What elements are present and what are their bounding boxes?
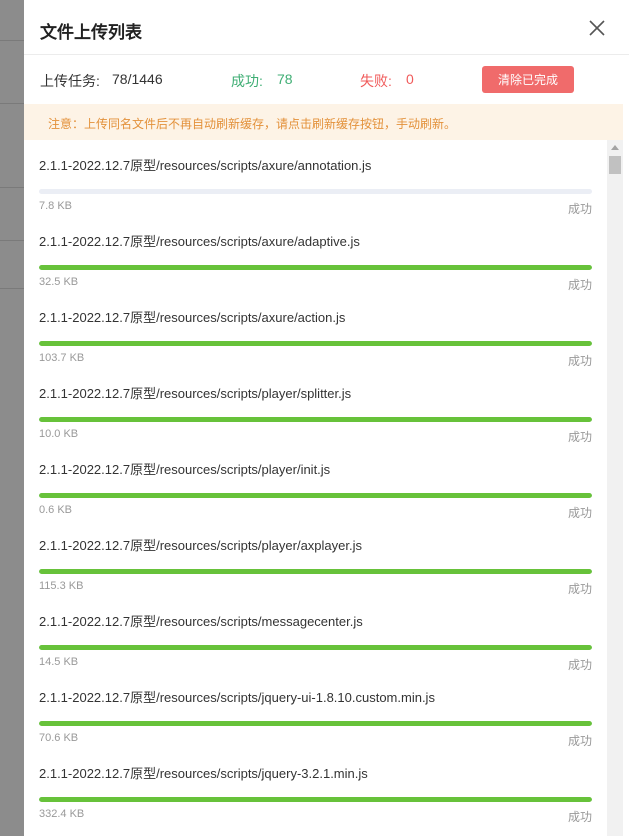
scroll-up-arrow-icon[interactable]	[611, 145, 619, 150]
upload-status: 成功	[567, 202, 592, 216]
notice-text: 注意：上传同名文件后不再自动刷新缓存，请点击刷新缓存按钮，手动刷新。	[48, 117, 457, 131]
file-size: 10.0 KB	[39, 428, 79, 440]
file-size: 7.8 KB	[39, 200, 73, 212]
upload-progress-fill	[39, 265, 592, 270]
upload-progress-bar	[39, 417, 592, 422]
file-size: 332.4 KB	[39, 808, 85, 820]
file-list-item: 2.1.1-2022.12.7原型/resources/scripts/mess…	[39, 611, 592, 687]
file-size: 70.6 KB	[39, 732, 79, 744]
file-list-item: 2.1.1-2022.12.7原型/resources/scripts/jque…	[39, 763, 592, 836]
backdrop-divider	[0, 240, 24, 241]
upload-progress-bar	[39, 265, 592, 270]
success-label: 成功:	[231, 73, 263, 89]
file-path: 2.1.1-2022.12.7原型/resources/scripts/play…	[39, 462, 331, 477]
upload-progress-bar	[39, 721, 592, 726]
upload-status: 成功	[567, 810, 592, 824]
upload-progress-fill	[39, 569, 592, 574]
list-scrollbar[interactable]	[607, 140, 623, 836]
upload-progress-fill	[39, 721, 592, 726]
file-list-item: 2.1.1-2022.12.7原型/resources/scripts/play…	[39, 383, 592, 459]
dialog-header: 文件上传列表	[24, 0, 629, 55]
upload-status: 成功	[567, 658, 592, 672]
upload-progress-fill	[39, 493, 592, 498]
file-list-item: 2.1.1-2022.12.7原型/resources/scripts/axur…	[39, 155, 592, 231]
upload-progress-fill	[39, 341, 592, 346]
clear-completed-button[interactable]: 清除已完成	[482, 66, 574, 93]
file-list-item: 2.1.1-2022.12.7原型/resources/scripts/axur…	[39, 307, 592, 383]
success-count: 78	[277, 71, 293, 87]
file-size: 14.5 KB	[39, 656, 79, 668]
upload-progress-fill	[39, 797, 592, 802]
upload-stats: 上传任务: 78/1446 成功: 78 失败: 0 清除已完成	[24, 55, 629, 103]
upload-progress-fill	[39, 417, 592, 422]
file-size: 32.5 KB	[39, 276, 79, 288]
upload-progress-bar	[39, 341, 592, 346]
file-size: 115.3 KB	[39, 580, 84, 592]
scrollbar-thumb[interactable]	[609, 156, 621, 174]
file-path: 2.1.1-2022.12.7原型/resources/scripts/play…	[39, 538, 362, 553]
upload-status: 成功	[567, 582, 592, 596]
upload-progress-fill	[39, 645, 592, 650]
backdrop-divider	[0, 40, 24, 41]
file-list-item: 2.1.1-2022.12.7原型/resources/scripts/jque…	[39, 687, 592, 763]
upload-progress-bar	[39, 645, 592, 650]
dialog-title: 文件上传列表	[40, 23, 142, 42]
file-path: 2.1.1-2022.12.7原型/resources/scripts/mess…	[39, 614, 363, 629]
fail-label: 失败:	[360, 73, 392, 89]
file-list-item: 2.1.1-2022.12.7原型/resources/scripts/play…	[39, 459, 592, 535]
upload-status: 成功	[567, 506, 592, 520]
task-value: 78/1446	[112, 71, 163, 87]
notice-banner: 注意：上传同名文件后不再自动刷新缓存，请点击刷新缓存按钮，手动刷新。	[24, 104, 623, 140]
backdrop-divider	[0, 103, 24, 104]
close-icon[interactable]	[587, 18, 607, 38]
upload-progress-bar	[39, 189, 592, 194]
task-label: 上传任务:	[40, 73, 100, 89]
file-path: 2.1.1-2022.12.7原型/resources/scripts/axur…	[39, 234, 360, 249]
backdrop-divider	[0, 187, 24, 188]
file-list-item: 2.1.1-2022.12.7原型/resources/scripts/axur…	[39, 231, 592, 307]
upload-status: 成功	[567, 430, 592, 444]
file-path: 2.1.1-2022.12.7原型/resources/scripts/axur…	[39, 158, 372, 173]
file-path: 2.1.1-2022.12.7原型/resources/scripts/axur…	[39, 310, 346, 325]
upload-status: 成功	[567, 734, 592, 748]
page-backdrop	[0, 0, 24, 836]
file-list-item: 2.1.1-2022.12.7原型/resources/scripts/play…	[39, 535, 592, 611]
upload-status: 成功	[567, 354, 592, 368]
file-path: 2.1.1-2022.12.7原型/resources/scripts/jque…	[39, 766, 368, 781]
upload-progress-bar	[39, 797, 592, 802]
file-list: 2.1.1-2022.12.7原型/resources/scripts/axur…	[24, 140, 607, 836]
upload-progress-bar	[39, 569, 592, 574]
file-size: 0.6 KB	[39, 504, 73, 516]
upload-list-dialog: 文件上传列表 上传任务: 78/1446 成功: 78 失败: 0 清除已完成 …	[24, 0, 629, 836]
upload-status: 成功	[567, 278, 592, 292]
backdrop-divider	[0, 288, 24, 289]
upload-progress-bar	[39, 493, 592, 498]
file-path: 2.1.1-2022.12.7原型/resources/scripts/jque…	[39, 690, 435, 705]
file-path: 2.1.1-2022.12.7原型/resources/scripts/play…	[39, 386, 352, 401]
fail-count: 0	[406, 71, 414, 87]
file-size: 103.7 KB	[39, 352, 85, 364]
